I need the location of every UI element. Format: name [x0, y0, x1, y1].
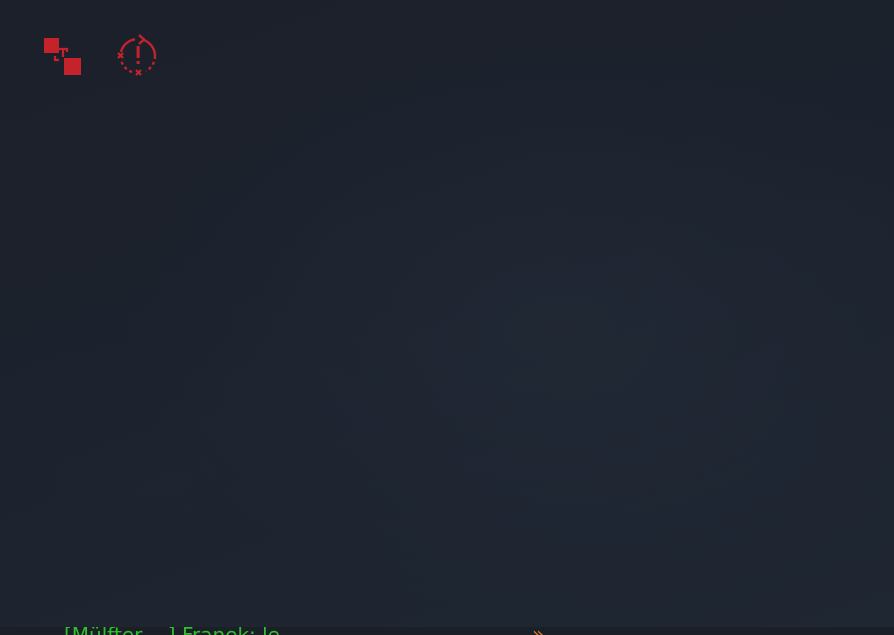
fullscreen-toggle-button[interactable]: [36, 30, 88, 82]
reset-alert-icon: [117, 34, 157, 76]
chat-scroll-arrow[interactable]: »: [532, 627, 544, 635]
chat-message: [Mülfter ...] Franek: le: [64, 627, 280, 635]
fullscreen-toggle-icon: [44, 38, 81, 75]
game-viewport: [Mülfter ...] Franek: le »: [0, 0, 894, 635]
chat-log-strip: [Mülfter ...] Franek: le »: [0, 627, 894, 635]
top-left-toolbar: [36, 30, 164, 82]
reset-alert-button[interactable]: [112, 30, 164, 82]
